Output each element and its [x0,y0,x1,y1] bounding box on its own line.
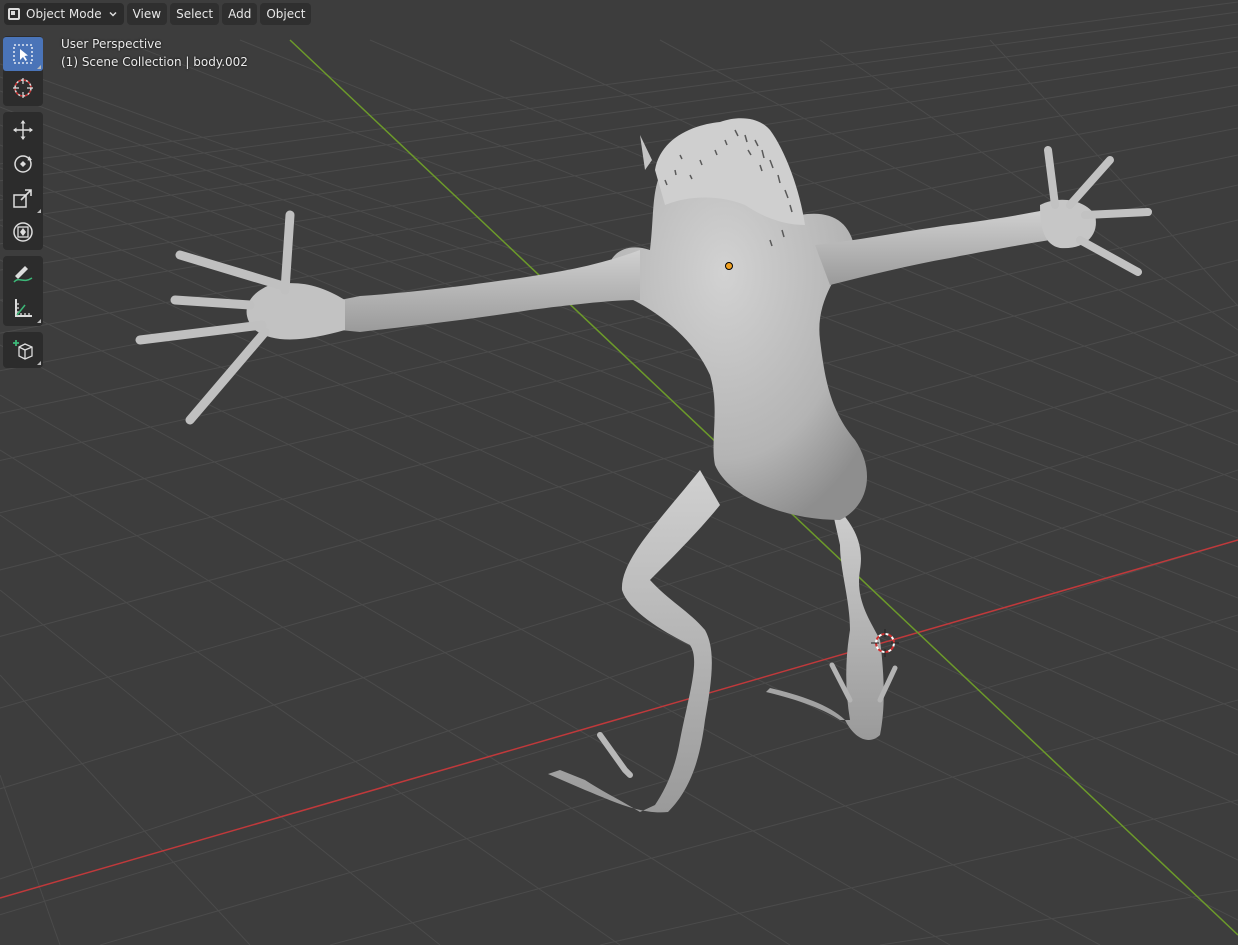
annotate-icon [13,266,33,283]
add-cube-icon [13,340,33,360]
move-icon [13,120,33,140]
3d-viewport[interactable] [0,0,1238,945]
menu-add[interactable]: Add [222,3,258,25]
tool-shelf [3,36,43,374]
tool-group-transform [3,112,43,250]
tool-transform[interactable] [3,215,43,249]
collection-info: (1) Scene Collection | body.002 [61,55,248,69]
transform-icon [13,222,33,242]
tool-group-select [3,36,43,106]
rotate-icon [14,155,32,173]
origin-point[interactable] [725,262,733,270]
tool-cursor[interactable] [3,71,43,105]
menu-object[interactable]: Object [260,3,312,25]
mode-label: Object Mode [26,7,102,21]
cursor-icon [13,78,33,98]
tool-scale[interactable] [3,181,43,215]
viewport-header: Object Mode View Select Add Object [0,0,1238,28]
menu-view[interactable]: View [126,3,168,25]
viewport-canvas[interactable] [0,0,1238,945]
tool-variants-indicator [37,209,41,213]
tool-variants-indicator [37,65,41,69]
scale-icon [13,189,32,208]
chevron-down-icon [109,11,117,17]
x-axis-line [0,539,1238,899]
tool-select-box[interactable] [3,37,43,71]
mode-dropdown[interactable]: Object Mode [4,3,124,25]
viewport-info: User Perspective (1) Scene Collection | … [61,35,248,71]
tool-measure[interactable] [3,291,43,325]
tool-move[interactable] [3,113,43,147]
tool-group-add [3,332,43,368]
tool-variants-indicator [37,319,41,323]
tool-rotate[interactable] [3,147,43,181]
view-name: User Perspective [61,37,162,51]
tool-annotate[interactable] [3,257,43,291]
tool-add-cube[interactable] [3,333,43,367]
tool-group-annotate [3,256,43,326]
menu-select[interactable]: Select [170,3,220,25]
object-mode-icon [8,8,20,20]
select-box-icon [13,44,33,64]
tool-variants-indicator [37,361,41,365]
measure-icon [15,299,32,317]
